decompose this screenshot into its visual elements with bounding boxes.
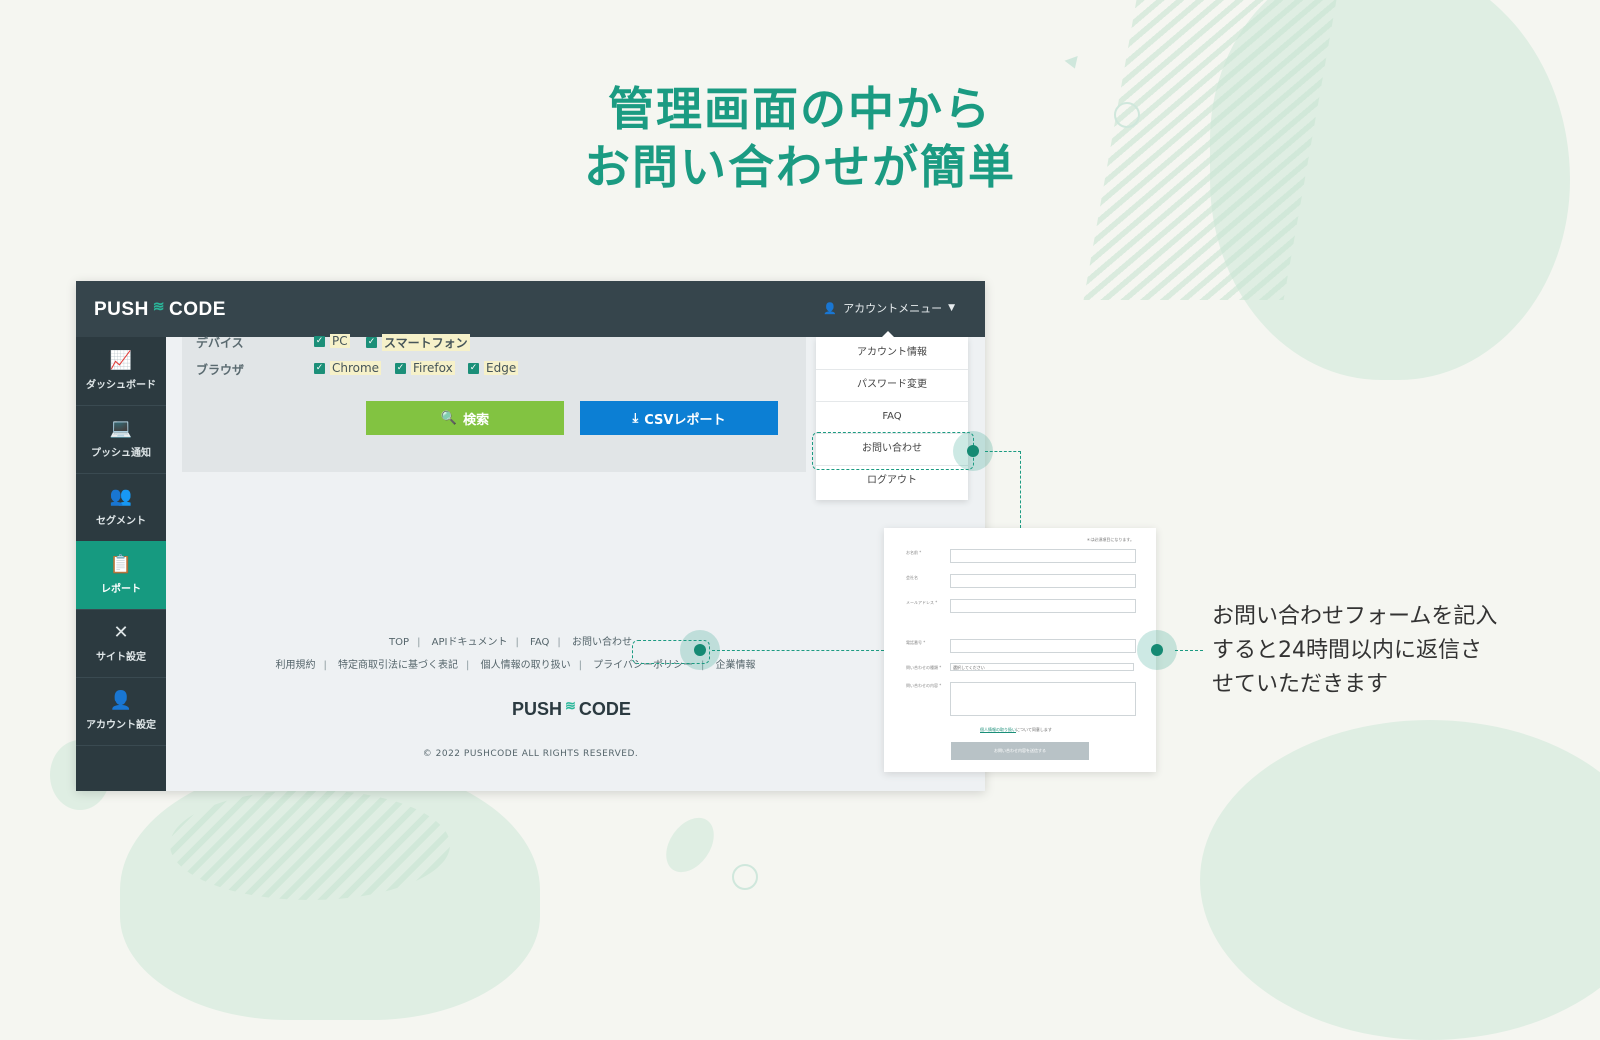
device-label: デバイス bbox=[196, 336, 244, 350]
person-icon: 👤 bbox=[109, 690, 133, 711]
account-dropdown: アカウント情報 パスワード変更 FAQ お問い合わせ ログアウト bbox=[816, 331, 968, 500]
bg-blob-bottom-right bbox=[1200, 720, 1600, 1040]
footer-links-row-2: 利用規約 | 特定商取引法に基づく表記 | 個人情報の取り扱い | プライバシーポリシ… bbox=[275, 660, 756, 671]
checkmark-icon: ✓ bbox=[366, 337, 377, 348]
menu-item-account-info[interactable]: アカウント情報 bbox=[816, 337, 968, 370]
bg-triangle bbox=[1064, 55, 1082, 72]
footer-link-contact[interactable]: お問い合わせ bbox=[572, 637, 632, 648]
search-button[interactable]: 🔍 検索 bbox=[366, 401, 564, 435]
top-bar: PUSH ≋ CODE 👤 アカウントメニュー ▼ bbox=[76, 281, 985, 337]
sidebar-item-label: セグメント bbox=[96, 516, 146, 527]
menu-item-faq[interactable]: FAQ bbox=[816, 401, 968, 434]
headline-line-2: お問い合わせが簡単 bbox=[584, 140, 1016, 194]
user-icon: 👤 bbox=[823, 301, 838, 315]
footer-link-company[interactable]: 企業情報 bbox=[716, 660, 756, 671]
field-label-company: 会社名 bbox=[906, 575, 918, 580]
logo-text-push: PUSH bbox=[94, 299, 149, 320]
sidebar-item-label: アカウント設定 bbox=[86, 720, 156, 731]
submit-button[interactable]: お問い合わせ内容を送信する bbox=[951, 742, 1089, 760]
browser-checkbox-firefox[interactable]: ✓ Firefox bbox=[395, 361, 455, 375]
copyright: © 2022 PUSHCODE ALL RIGHTS RESERVED. bbox=[422, 749, 639, 759]
footer-link-faq[interactable]: FAQ bbox=[530, 637, 549, 648]
inquiry-type-select[interactable]: 選択してください bbox=[950, 663, 1134, 671]
pushcode-logo[interactable]: PUSH ≋ CODE bbox=[94, 297, 226, 321]
sidebar-item-label: プッシュ通知 bbox=[91, 448, 151, 459]
footer-link-commerce-law[interactable]: 特定商取引法に基づく表記 bbox=[338, 660, 458, 671]
caret-down-icon: ▼ bbox=[948, 303, 955, 313]
device-checkbox-pc[interactable]: ✓ PC bbox=[314, 334, 350, 348]
field-label-content: 問い合わせの内容 * bbox=[906, 683, 942, 688]
headline-line-1: 管理画面の中から bbox=[608, 82, 992, 136]
form-description: お問い合わせフォームを記入 すると24時間以内に返信さ せていただきます bbox=[1212, 600, 1542, 702]
bg-blob-small-bottom bbox=[656, 808, 724, 882]
laptop-icon: 💻 bbox=[109, 418, 133, 439]
company-input[interactable] bbox=[950, 574, 1136, 588]
footer-link-api-docs[interactable]: APIドキュメント bbox=[432, 637, 508, 648]
browser-checkbox-edge[interactable]: ✓ Edge bbox=[468, 361, 519, 375]
checkmark-icon: ✓ bbox=[314, 335, 325, 347]
search-icon: 🔍 bbox=[440, 410, 458, 426]
sidebar-item-label: ダッシュボード bbox=[86, 380, 156, 391]
connector-line bbox=[712, 650, 884, 651]
sidebar-item-dashboard[interactable]: 📈 ダッシュボード bbox=[76, 337, 166, 406]
checkmark-icon: ✓ bbox=[468, 362, 479, 374]
browser-label: ブラウザ bbox=[196, 363, 245, 377]
dropdown-contact-highlight bbox=[812, 432, 974, 470]
email-input[interactable] bbox=[950, 599, 1136, 613]
users-icon: 👥 bbox=[109, 486, 133, 507]
contact-form-card: ＊は必須項目になります。 お名前 * 会社名 メールアドレス * 電話番号 * … bbox=[884, 528, 1156, 772]
field-label-type: 問い合わせの種類 * bbox=[906, 665, 942, 670]
phone-input[interactable] bbox=[950, 639, 1136, 653]
sidebar: 📈 ダッシュボード 💻 プッシュ通知 👥 セグメント 📋 レポート ✕ サイト設… bbox=[76, 337, 166, 791]
chart-icon: 📈 bbox=[109, 350, 133, 371]
clipboard-icon: 📋 bbox=[109, 554, 133, 575]
agree-checkbox[interactable]: 個人情報の取り扱いについて同意します bbox=[980, 727, 1052, 733]
name-input[interactable] bbox=[950, 549, 1136, 563]
sidebar-item-report[interactable]: 📋 レポート bbox=[76, 541, 166, 610]
csv-report-button[interactable]: ⤓ CSVレポート bbox=[580, 401, 778, 435]
sidebar-item-label: レポート bbox=[101, 584, 141, 595]
download-icon: ⤓ bbox=[632, 410, 639, 426]
device-checkbox-smartphone[interactable]: ✓ スマートフォン bbox=[366, 334, 470, 351]
field-label-email: メールアドレス * bbox=[906, 600, 938, 605]
account-menu-button[interactable]: 👤 アカウントメニュー ▼ bbox=[823, 300, 955, 316]
sidebar-item-segment[interactable]: 👥 セグメント bbox=[76, 473, 166, 542]
checkmark-icon: ✓ bbox=[395, 362, 406, 374]
field-label-name: お名前 * bbox=[906, 550, 922, 555]
connector-line bbox=[1175, 650, 1203, 651]
wifi-wave-icon: ≋ bbox=[152, 297, 166, 314]
form-description-line-2: すると24時間以内に返信さ bbox=[1212, 638, 1482, 663]
wifi-wave-icon: ≋ bbox=[565, 697, 576, 713]
account-menu-label: アカウントメニュー bbox=[843, 302, 943, 315]
sidebar-item-account-settings[interactable]: 👤 アカウント設定 bbox=[76, 677, 166, 746]
browser-checkbox-chrome[interactable]: ✓ Chrome bbox=[314, 361, 382, 375]
logo-text-code: CODE bbox=[169, 299, 226, 320]
inquiry-content-textarea[interactable] bbox=[950, 682, 1136, 716]
menu-item-password-change[interactable]: パスワード変更 bbox=[816, 369, 968, 402]
form-description-line-1: お問い合わせフォームを記入 bbox=[1212, 604, 1498, 629]
required-note: ＊は必須項目になります。 bbox=[1086, 537, 1134, 542]
connector-line bbox=[1020, 451, 1021, 528]
sidebar-item-push[interactable]: 💻 プッシュ通知 bbox=[76, 405, 166, 474]
headline: 管理画面の中から お問い合わせが簡単 bbox=[0, 80, 1600, 196]
bg-stripes-bottom-left bbox=[170, 790, 450, 900]
footer-link-terms[interactable]: 利用規約 bbox=[275, 660, 315, 671]
footer-link-top[interactable]: TOP bbox=[389, 637, 409, 648]
field-label-phone: 電話番号 * bbox=[906, 640, 926, 645]
form-description-line-3: せていただきます bbox=[1212, 672, 1389, 697]
highlight-dot-form bbox=[1137, 630, 1177, 670]
bg-ring-bottom bbox=[732, 864, 758, 890]
checkmark-icon: ✓ bbox=[314, 362, 325, 374]
app-window: PUSH ≋ CODE 👤 アカウントメニュー ▼ 📈 ダッシュボード 💻 プッ… bbox=[76, 281, 985, 791]
footer-pushcode-logo: PUSH ≋ CODE bbox=[512, 697, 631, 720]
footer-link-personal-info[interactable]: 個人情報の取り扱い bbox=[481, 660, 571, 671]
footer-links-row-1: TOP | APIドキュメント | FAQ | お問い合わせ bbox=[389, 637, 632, 648]
connector-line bbox=[985, 451, 1021, 452]
